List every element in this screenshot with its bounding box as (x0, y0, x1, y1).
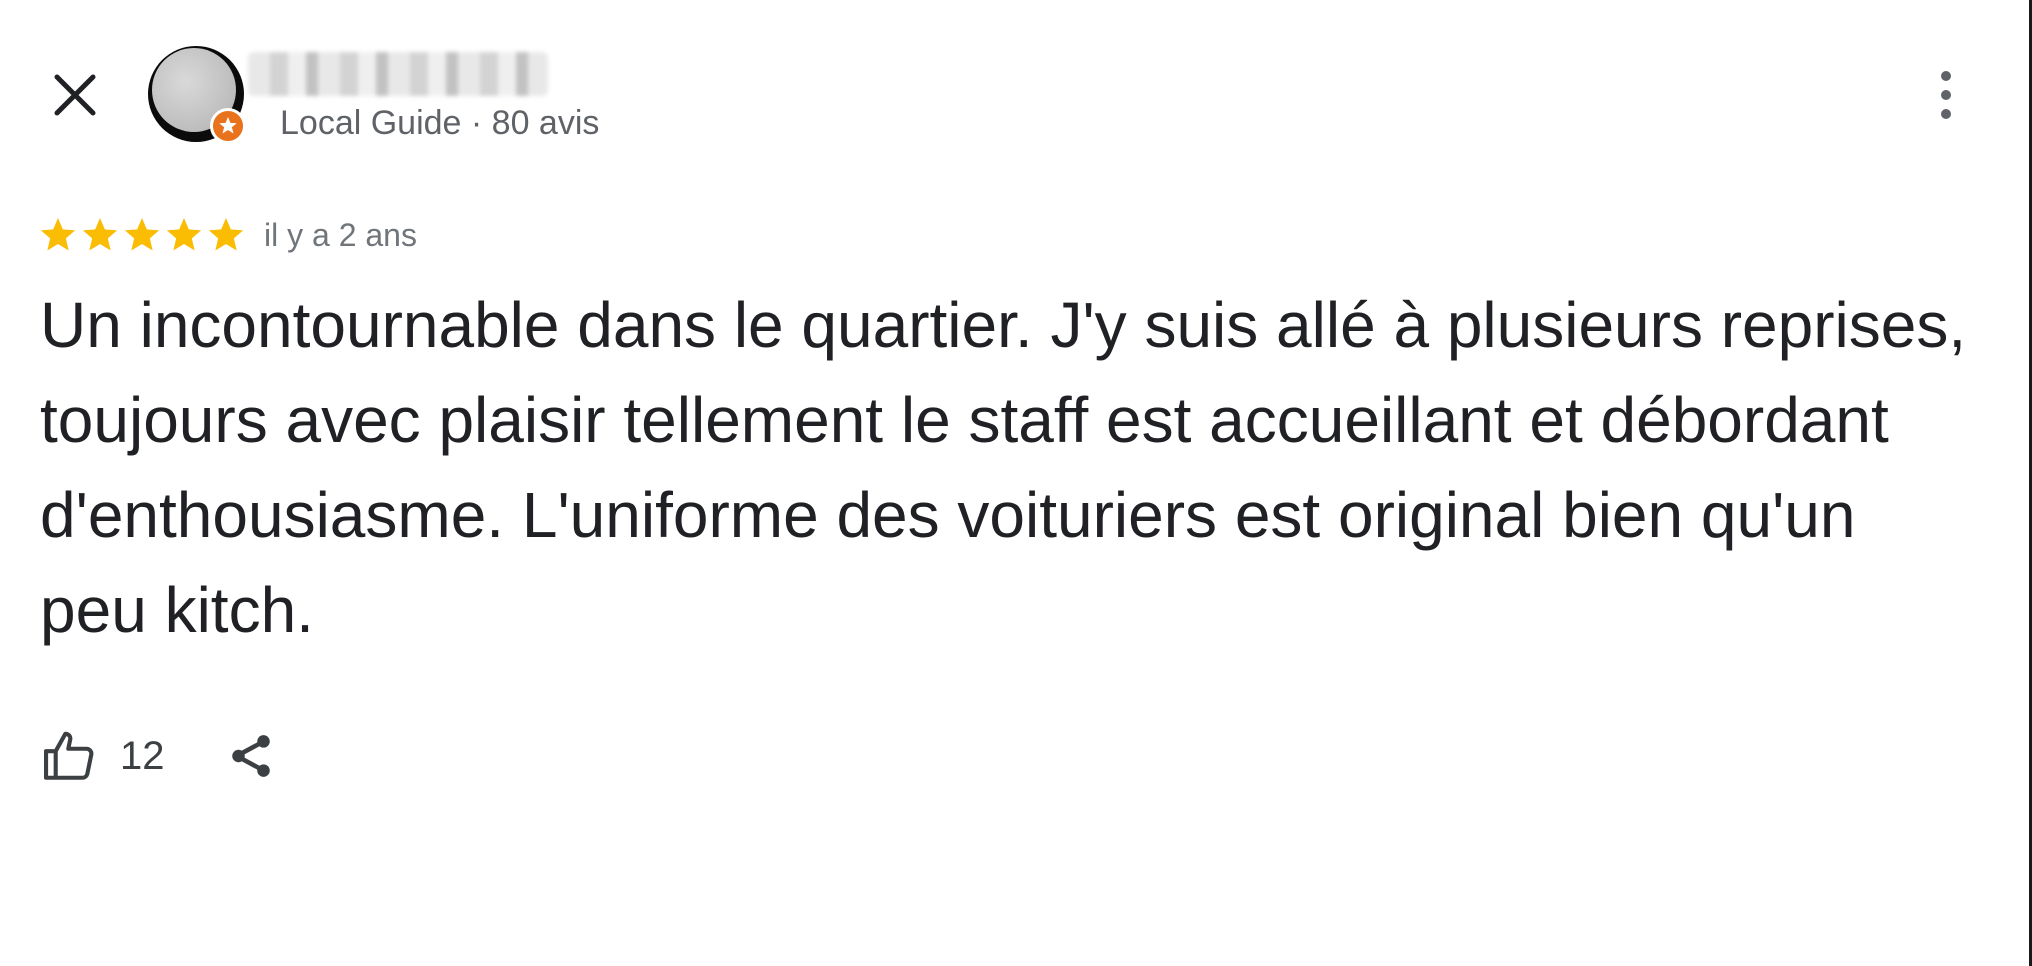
review-actions: 12 (40, 720, 281, 792)
reviewer-avatar[interactable] (148, 46, 246, 144)
more-vert-icon-dot (1941, 109, 1951, 119)
thumb-up-icon (43, 731, 94, 780)
rating-row: il y a 2 ans (38, 210, 417, 260)
star-icon (124, 218, 160, 251)
local-guide-star-icon (219, 116, 237, 134)
review-date: il y a 2 ans (264, 216, 417, 253)
reviewer-name-redacted[interactable] (248, 52, 548, 96)
share-button[interactable] (221, 726, 281, 786)
local-guide-badge (210, 108, 246, 144)
star-icon (40, 218, 76, 251)
star-rating (38, 215, 246, 255)
reviewer-meta: Local Guide · 80 avis (280, 104, 600, 142)
star-icon (166, 218, 202, 251)
share-icon (231, 735, 270, 777)
review-text: Un incontournable dans le quartier. J'y … (40, 289, 1967, 646)
review-dialog: Local Guide · 80 avis il y a 2 ans Un in… (0, 0, 2032, 966)
like-count: 12 (120, 733, 165, 778)
star-icon (82, 218, 118, 251)
close-icon (54, 74, 96, 116)
like-button[interactable]: 12 (40, 727, 165, 785)
more-options-button[interactable] (1918, 60, 1974, 130)
close-button[interactable] (40, 60, 110, 130)
more-vert-icon (1941, 71, 1951, 81)
star-icon (208, 218, 244, 251)
more-vert-icon-dot (1941, 90, 1951, 100)
